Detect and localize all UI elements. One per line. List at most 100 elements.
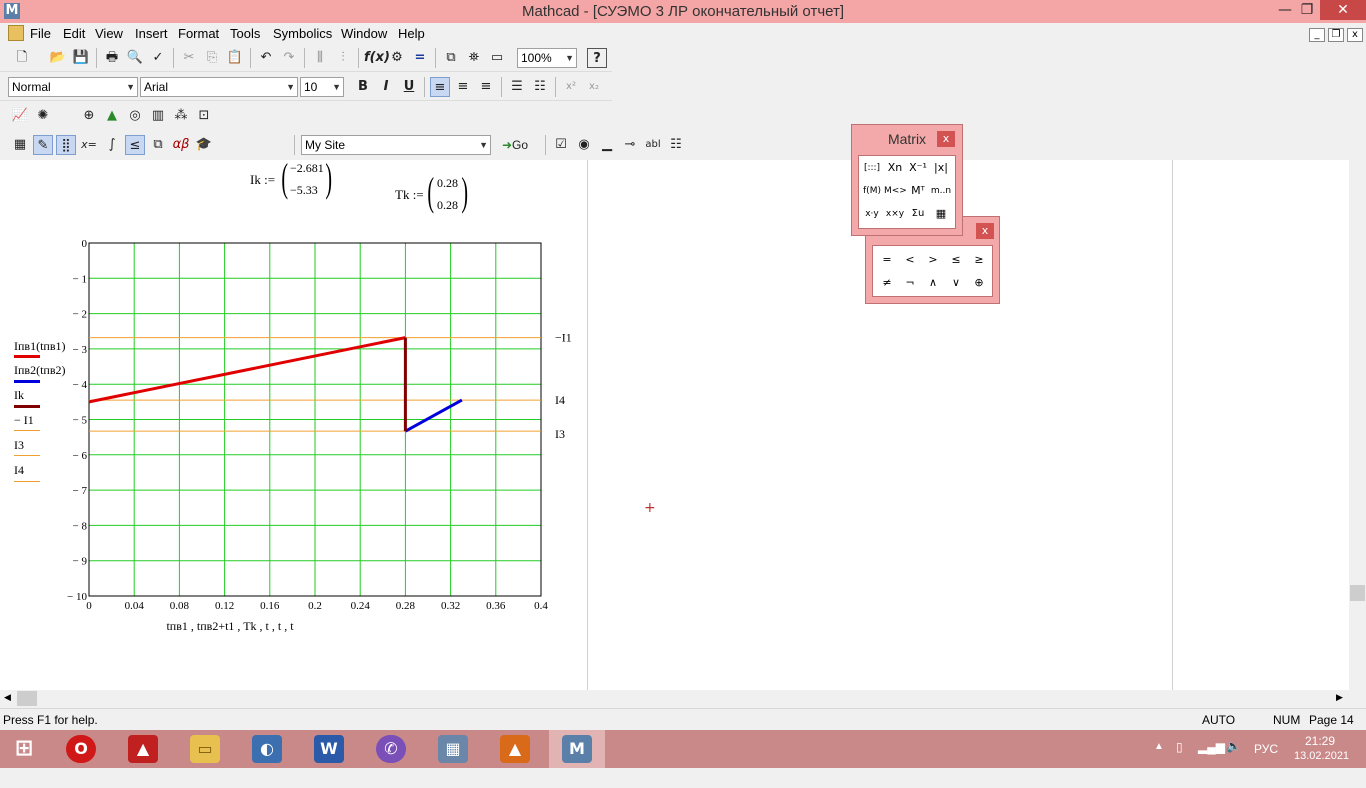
matrix-insert-button[interactable]: [:::] bbox=[861, 158, 883, 178]
print-preview-icon[interactable]: 🔍 bbox=[125, 48, 145, 68]
matrix-range-button[interactable]: m..n bbox=[930, 181, 952, 201]
tray-date[interactable]: 13.02.2021 bbox=[1294, 750, 1349, 788]
xy-plot-icon[interactable]: 📈 bbox=[10, 106, 30, 126]
greek-toolbar-icon[interactable]: αβ bbox=[171, 135, 191, 155]
tray-volume-icon[interactable]: 🔈 bbox=[1226, 739, 1241, 777]
symbolic-toolbar-icon[interactable]: 🎓 bbox=[194, 135, 214, 155]
tray-device-icon[interactable]: ▯ bbox=[1176, 740, 1183, 778]
align-down-icon[interactable]: ⫶ bbox=[333, 48, 353, 68]
evaluation-toolbar-icon[interactable]: x= bbox=[79, 135, 99, 155]
matrix-vectorize-button[interactable]: f(M) bbox=[861, 181, 883, 201]
bar-3d-icon[interactable]: ▥ bbox=[148, 106, 168, 126]
surface-plot-icon[interactable]: ⊕ bbox=[79, 106, 99, 126]
slider-control-icon[interactable]: ⊸ bbox=[620, 135, 640, 155]
taskbar-word[interactable]: W bbox=[301, 730, 357, 768]
matrix-subscript-button[interactable]: Xn bbox=[884, 158, 906, 178]
matrix-dot-product-button[interactable]: x·y bbox=[861, 204, 883, 224]
calculate-icon[interactable]: = bbox=[410, 48, 430, 68]
subscript-icon[interactable]: x₂ bbox=[584, 77, 604, 97]
taskbar-web-app[interactable]: ◐ bbox=[239, 730, 295, 768]
polar-plot-icon[interactable]: ✺ bbox=[33, 106, 53, 126]
boolean-not-equal-button[interactable]: ≠ bbox=[876, 273, 898, 293]
plot-wizard-icon[interactable]: ⊡ bbox=[194, 106, 214, 126]
boolean-or-button[interactable]: ∨ bbox=[945, 273, 967, 293]
matrix-palette-close-button[interactable]: x bbox=[937, 131, 955, 147]
graph-toolbar-icon[interactable]: ✎ bbox=[33, 135, 53, 155]
mdi-minimize-button[interactable]: _ bbox=[1309, 28, 1325, 42]
mdi-close-button[interactable]: x bbox=[1347, 28, 1363, 42]
menu-symbolics[interactable]: Symbolics bbox=[273, 26, 332, 41]
insert-component-icon[interactable]: ⧉ bbox=[441, 48, 461, 68]
matrix-picture-button[interactable]: ▦ bbox=[930, 204, 952, 224]
menu-view[interactable]: View bbox=[95, 26, 123, 41]
boolean-not-button[interactable]: ¬ bbox=[899, 273, 921, 293]
document-icon[interactable] bbox=[8, 25, 24, 41]
boolean-greater-equal-button[interactable]: ≥ bbox=[968, 250, 990, 270]
programming-toolbar-icon[interactable]: ⧉ bbox=[148, 135, 168, 155]
taskbar-acrobat[interactable]: ▲ bbox=[115, 730, 171, 768]
matrix-inverse-button[interactable]: X⁻¹ bbox=[907, 158, 929, 178]
style-select[interactable]: Normal ▼ bbox=[8, 77, 138, 97]
matrix-cross-product-button[interactable]: x×y bbox=[884, 204, 906, 224]
matrix-toolbar-icon[interactable]: ⣿ bbox=[56, 135, 76, 155]
underline-button[interactable]: U bbox=[399, 77, 419, 97]
calculus-toolbar-icon[interactable]: ∫ bbox=[102, 135, 122, 155]
worksheet[interactable]: Ik := ( −2.681 −5.33 ) Tk := ( 0.28 0.28… bbox=[0, 160, 1349, 690]
matrix-transpose-button[interactable]: Mᵀ bbox=[907, 181, 929, 201]
paste-icon[interactable]: 📋 bbox=[225, 48, 245, 68]
boolean-greater-button[interactable]: > bbox=[922, 250, 944, 270]
scatter-3d-icon[interactable]: ◎ bbox=[125, 106, 145, 126]
calculator-icon[interactable]: ▦ bbox=[10, 135, 30, 155]
taskbar-mathcad[interactable]: M bbox=[549, 730, 605, 768]
menu-window[interactable]: Window bbox=[341, 26, 387, 41]
numbered-list-icon[interactable]: ☷ bbox=[530, 77, 550, 97]
radio-control-icon[interactable]: ◉ bbox=[574, 135, 594, 155]
align-across-icon[interactable]: ⫼ bbox=[310, 48, 330, 68]
new-icon[interactable]: 🗋 bbox=[12, 48, 32, 68]
taskbar-viber[interactable]: ✆ bbox=[363, 730, 419, 768]
copy-icon[interactable]: ⎘ bbox=[202, 48, 222, 68]
horizontal-scrollbar[interactable]: ◀ ▶ bbox=[0, 690, 1366, 708]
matrix-column-button[interactable]: M<> bbox=[884, 181, 907, 201]
listbox-control-icon[interactable]: ☷ bbox=[666, 135, 686, 155]
menu-tools[interactable]: Tools bbox=[230, 26, 260, 41]
insert-region-icon[interactable]: ▭ bbox=[487, 48, 507, 68]
print-icon[interactable]: 🖶 bbox=[102, 48, 122, 68]
menu-file[interactable]: File bbox=[30, 26, 51, 41]
align-right-icon[interactable]: ≡ bbox=[476, 77, 496, 97]
align-left-icon[interactable]: ≡ bbox=[430, 77, 450, 97]
superscript-icon[interactable]: x² bbox=[561, 77, 581, 97]
mdi-restore-button[interactable]: ❐ bbox=[1328, 28, 1344, 42]
checkbox-control-icon[interactable]: ☑ bbox=[551, 135, 571, 155]
horizontal-scroll-thumb[interactable] bbox=[17, 691, 37, 706]
boolean-less-button[interactable]: < bbox=[899, 250, 921, 270]
spellcheck-icon[interactable]: ✓ bbox=[148, 48, 168, 68]
taskbar-opera[interactable]: O bbox=[53, 730, 109, 768]
contour-plot-icon[interactable]: ▲ bbox=[102, 106, 122, 126]
redo-icon[interactable]: ↷ bbox=[279, 48, 299, 68]
menu-insert[interactable]: Insert bbox=[135, 26, 168, 41]
tray-language[interactable]: РУС bbox=[1254, 742, 1278, 780]
textbox-control-icon[interactable]: abl bbox=[643, 135, 663, 155]
matrix-determinant-button[interactable]: |x| bbox=[930, 158, 952, 178]
boolean-and-button[interactable]: ∧ bbox=[922, 273, 944, 293]
save-icon[interactable]: 💾 bbox=[71, 48, 91, 68]
boolean-palette-close-button[interactable]: x bbox=[976, 223, 994, 239]
taskbar-explorer[interactable]: ▭ bbox=[177, 730, 233, 768]
xy-plot[interactable]: 0 0.04 0.08 0.12 0.16 0.2 0.24 0.28 0.32 0.36 0.4 0… bbox=[0, 220, 600, 690]
vertical-scrollbar[interactable] bbox=[1349, 160, 1366, 690]
italic-button[interactable]: I bbox=[376, 77, 396, 97]
boolean-equal-button[interactable]: = bbox=[876, 250, 898, 270]
vertical-scroll-thumb[interactable] bbox=[1350, 585, 1365, 601]
zoom-select[interactable]: 100% ▼ bbox=[517, 48, 577, 68]
start-button[interactable]: ⊞ bbox=[0, 730, 48, 768]
scroll-left-icon[interactable]: ◀ bbox=[4, 692, 11, 703]
tray-expand-icon[interactable]: ▲ bbox=[1154, 741, 1164, 779]
undo-icon[interactable]: ↶ bbox=[256, 48, 276, 68]
push-button-control-icon[interactable]: ▁ bbox=[597, 135, 617, 155]
taskbar-matlab[interactable]: ▲ bbox=[487, 730, 543, 768]
cut-icon[interactable]: ✂ bbox=[179, 48, 199, 68]
font-size-select[interactable]: 10 ▼ bbox=[300, 77, 344, 97]
insert-function-icon[interactable]: f(x) bbox=[364, 48, 390, 68]
menu-help[interactable]: Help bbox=[398, 26, 425, 41]
